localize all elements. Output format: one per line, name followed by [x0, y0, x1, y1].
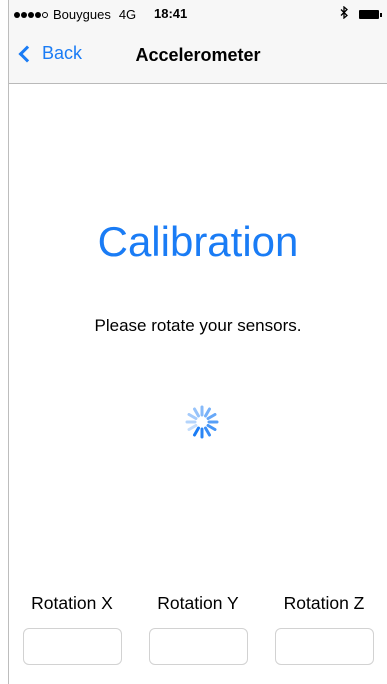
spinner-ray: [204, 407, 211, 418]
rotation-x-field[interactable]: [22, 628, 122, 665]
rotation-y-label: Rotation Y: [157, 593, 239, 613]
spinner-ray: [187, 424, 198, 431]
status-right: [340, 5, 382, 22]
rotation-z-label: Rotation Z: [283, 593, 365, 613]
left-edge: [0, 0, 9, 684]
spinner-ray: [206, 424, 217, 431]
activity-spinner-icon: [185, 405, 219, 439]
spinner-ray: [204, 426, 211, 437]
signal-icon: [14, 11, 48, 18]
nav-title: Accelerometer: [135, 45, 261, 65]
spinner-ray: [193, 426, 200, 437]
network-type: 4G: [118, 7, 137, 22]
navigation-bar: Back Accelerometer: [9, 28, 387, 84]
status-bar: Bouygues 4G 18:41: [9, 0, 387, 28]
rotation-z-field[interactable]: [274, 628, 374, 665]
rotation-fields: [9, 628, 387, 665]
rotation-y-field[interactable]: [148, 628, 248, 665]
battery-icon: [359, 9, 382, 19]
status-time: 18:41: [154, 6, 188, 21]
spinner-ray: [206, 413, 217, 420]
spinner-ray: [187, 413, 198, 420]
carrier-name: Bouygues: [53, 7, 111, 22]
phone-screen: Bouygues 4G 18:41 Back Accelerometer Cal…: [9, 0, 387, 684]
spinner-ray: [193, 407, 200, 418]
rotation-x-label: Rotation X: [31, 593, 113, 613]
page-title: Calibration: [97, 218, 299, 265]
bluetooth-icon: [340, 5, 349, 22]
rotation-labels: Rotation X Rotation Y Rotation Z: [9, 593, 387, 614]
status-left: Bouygues 4G: [14, 7, 136, 22]
instruction-text: Please rotate your sensors.: [94, 316, 302, 335]
